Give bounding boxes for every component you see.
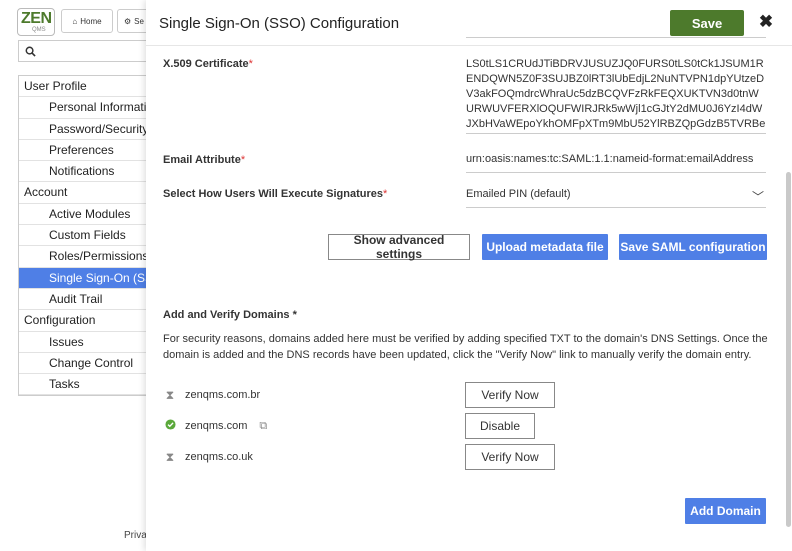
sidebar-item[interactable]: Single Sign-On (SSO) [19, 267, 157, 289]
required-marker: * [240, 154, 246, 166]
certificate-label: X.509 Certificate* [163, 58, 253, 70]
signature-method-value: Emailed PIN (default) [466, 188, 571, 200]
home-icon: ⌂ [72, 16, 78, 26]
signature-method-select[interactable]: Emailed PIN (default) ﹀ [466, 188, 766, 208]
gear-icon: ⚙ [124, 16, 132, 26]
home-tab[interactable]: ⌂ Home [61, 9, 113, 33]
search-icon [25, 46, 36, 57]
domain-name: zenqms.co.uk [185, 451, 253, 463]
hourglass-icon: ⧗ [165, 387, 175, 402]
domains-section-title: Add and Verify Domains * [163, 309, 297, 321]
modal-header: Single Sign-On (SSO) Configuration Save … [146, 0, 792, 46]
domain-row: zenqms.com ⧉ [164, 413, 267, 439]
signature-method-label: Select How Users Will Execute Signatures… [163, 188, 387, 200]
domain-row: ⧗ zenqms.com.br [164, 382, 260, 408]
upload-metadata-button[interactable]: Upload metadata file [482, 234, 608, 260]
settings-nav: User Profile Personal Information Password… [18, 75, 158, 397]
logo-subtext: QMS [32, 27, 46, 33]
sso-config-modal: Single Sign-On (SSO) Configuration Save … [146, 0, 792, 551]
domain-row: ⧗ zenqms.co.uk [164, 444, 253, 470]
save-button[interactable]: Save [670, 10, 744, 36]
sidebar-item[interactable]: Notifications [19, 161, 157, 183]
sidebar-item[interactable]: Active Modules [19, 204, 157, 226]
external-link-icon[interactable]: ⧉ [259, 420, 267, 433]
sidebar-item[interactable]: Tasks [19, 374, 157, 396]
app-header: ZEN QMS ⌂ Home ⚙ Se [0, 0, 160, 40]
email-attribute-field[interactable]: urn:oasis:names:tc:SAML:1.1:nameid-forma… [466, 153, 766, 173]
chevron-down-icon: ﹀ [751, 190, 764, 204]
sidebar-item[interactable]: Custom Fields [19, 225, 157, 247]
certificate-label-text: X.509 Certificate [163, 58, 249, 70]
sidebar-item[interactable]: Preferences [19, 140, 157, 162]
verify-now-button[interactable]: Verify Now [465, 382, 555, 408]
sidebar-item[interactable]: Personal Information [19, 97, 157, 119]
sidebar-item[interactable]: Roles/Permissions [19, 246, 157, 268]
email-attribute-label-text: Email Attribute [163, 154, 241, 166]
logo-text: ZEN [21, 10, 52, 27]
home-tab-label: Home [80, 16, 102, 26]
modal-scrollbar[interactable] [786, 172, 791, 527]
verify-now-button[interactable]: Verify Now [465, 444, 555, 470]
domain-name: zenqms.com.br [185, 389, 261, 401]
sidebar-item[interactable]: Change Control [19, 353, 157, 375]
sidebar-item[interactable]: Password/Security [19, 119, 157, 140]
show-advanced-settings-button[interactable]: Show advanced settings [328, 233, 470, 261]
check-circle-icon [164, 419, 176, 433]
sidebar-item[interactable]: Issues [19, 332, 157, 353]
save-saml-configuration-button[interactable]: Save SAML configuration [619, 234, 767, 260]
domain-name: zenqms.com [185, 420, 248, 432]
sidebar-group-header: User Profile [19, 76, 157, 98]
sidebar-group-header: Configuration [19, 310, 157, 332]
domains-description: For security reasons, domains added here… [163, 333, 768, 361]
zenqms-logo[interactable]: ZEN QMS [17, 8, 55, 36]
sidebar-item[interactable]: Audit Trail [19, 289, 157, 311]
settings-tab-label: Se [134, 16, 144, 26]
required-marker: * [382, 188, 388, 200]
disable-domain-button[interactable]: Disable [465, 413, 535, 439]
divider [466, 37, 766, 38]
add-domain-button[interactable]: Add Domain [685, 498, 766, 524]
footer-privacy-link[interactable]: Priva [124, 530, 147, 541]
certificate-field[interactable]: LS0tLS1CRUdJTiBDRVJUSUZJQ0FURS0tLS0tCk1J… [466, 56, 766, 134]
close-icon[interactable]: ✖ [756, 12, 776, 34]
email-attribute-label: Email Attribute* [163, 154, 245, 166]
required-marker: * [248, 58, 253, 70]
hourglass-icon: ⧗ [165, 449, 175, 464]
signature-method-label-text: Select How Users Will Execute Signatures [163, 188, 383, 200]
modal-title: Single Sign-On (SSO) Configuration [159, 15, 400, 32]
sidebar-search[interactable] [18, 40, 158, 62]
sidebar-group-header: Account [19, 182, 157, 204]
